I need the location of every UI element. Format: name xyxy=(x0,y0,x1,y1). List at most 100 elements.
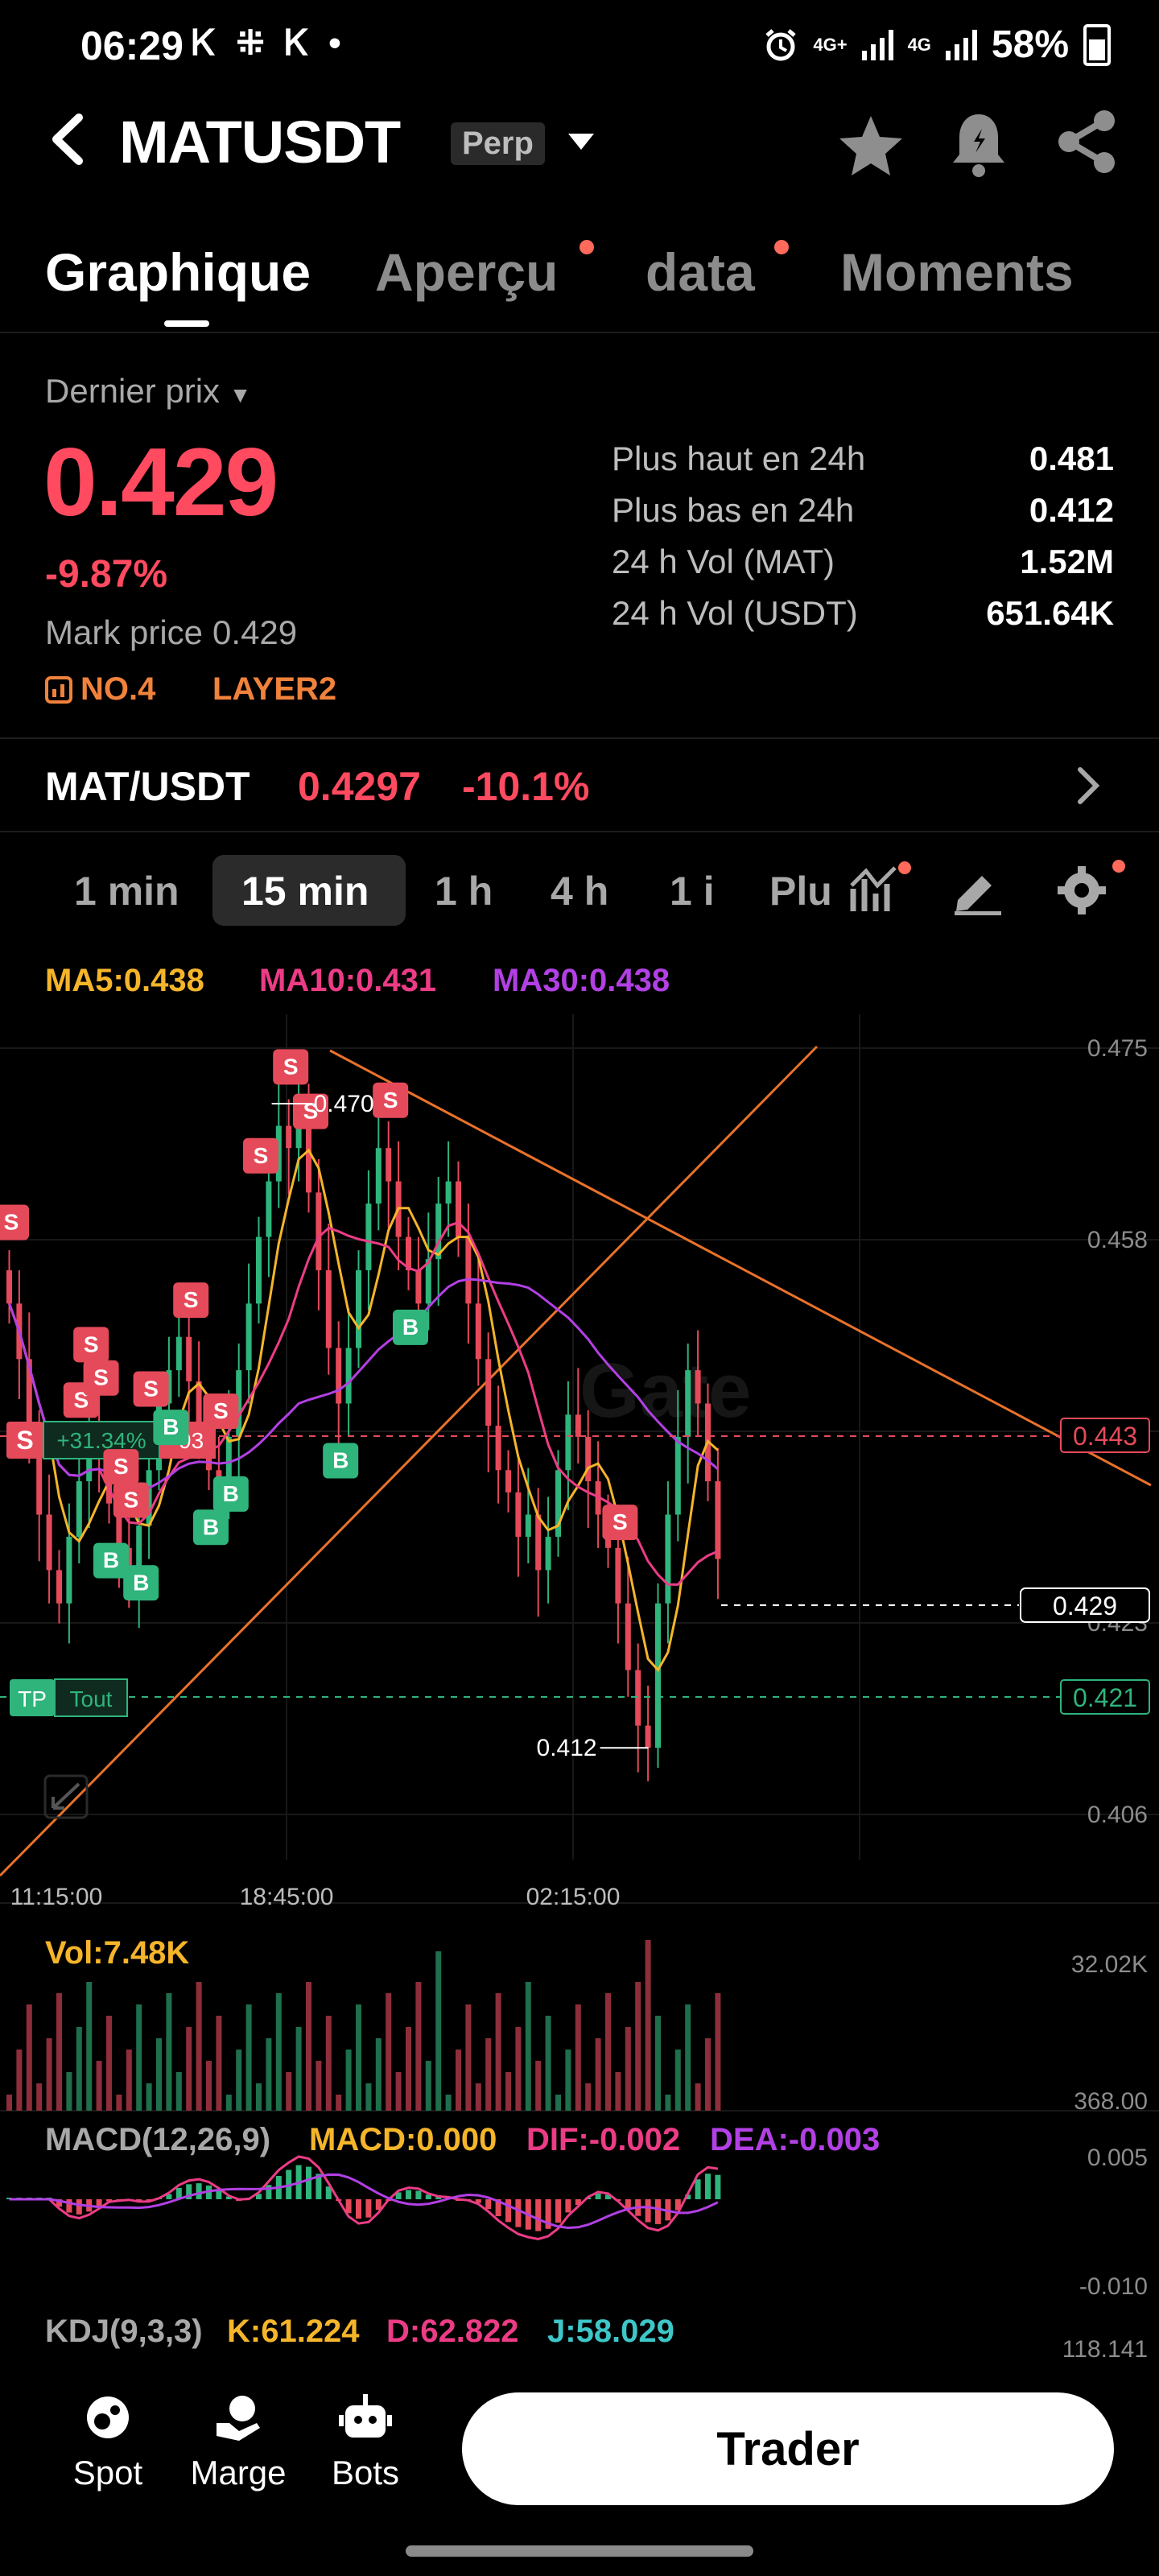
bot-icon xyxy=(339,2394,392,2438)
stat-label-vol-mat: 24 h Vol (MAT) xyxy=(612,543,835,580)
marker-label: S xyxy=(113,1454,129,1479)
candle-body xyxy=(456,1181,461,1237)
ma5-label: MA5:0.438 xyxy=(45,963,204,998)
volume-bar xyxy=(36,2083,43,2111)
trade-button[interactable]: Trader xyxy=(462,2392,1114,2505)
volume-bar xyxy=(475,2083,481,2111)
share-icon[interactable] xyxy=(1054,108,1119,175)
settings-gear-icon[interactable] xyxy=(1051,858,1127,918)
candle-body xyxy=(6,1269,12,1304)
marker-label: B xyxy=(402,1315,419,1340)
dif-line xyxy=(9,2155,719,2241)
volume-bar xyxy=(126,2050,132,2111)
candle-body xyxy=(325,1269,332,1348)
marker-label: B xyxy=(133,1570,149,1595)
bell-alert-icon[interactable] xyxy=(950,111,1008,179)
nav-margin[interactable]: Marge xyxy=(182,2391,295,2492)
timeframe-1d[interactable]: 1 i xyxy=(670,868,715,914)
macd-histogram-bar xyxy=(655,2199,661,2224)
marker-label: S xyxy=(4,1210,19,1235)
tab-graphique[interactable]: Graphique xyxy=(45,242,311,303)
marker-label: B xyxy=(203,1514,219,1539)
macd-title: MACD(12,26,9) xyxy=(45,2122,271,2157)
back-arrow-icon[interactable] xyxy=(45,111,93,167)
macd-histogram-bar xyxy=(555,2199,561,2223)
macd-histogram-bar xyxy=(76,2199,82,2215)
volume-bar xyxy=(515,2027,522,2111)
candle-body xyxy=(56,1570,62,1604)
volume-bar xyxy=(456,2050,461,2111)
spot-pair-name[interactable]: MAT/USDT xyxy=(45,763,250,810)
macd-histogram-bar xyxy=(715,2174,721,2199)
volume-bar xyxy=(545,2016,551,2111)
volume-bar xyxy=(645,1940,651,2111)
volume-bar xyxy=(575,2004,581,2111)
battery-percent: 58% xyxy=(991,23,1069,66)
volume-bar xyxy=(66,2072,72,2111)
marker-label: S xyxy=(84,1331,99,1356)
draw-pencil-icon[interactable] xyxy=(950,865,1006,916)
volume-bar xyxy=(116,2095,122,2111)
nav-spot[interactable]: Spot xyxy=(52,2391,164,2492)
volume-bar xyxy=(175,2072,182,2111)
candle-body xyxy=(286,1125,292,1149)
volume-bar xyxy=(425,2061,431,2111)
mark-price: Mark price 0.429 xyxy=(45,613,298,651)
timeframe-more[interactable]: Plu xyxy=(769,868,832,914)
volume-bar xyxy=(615,2072,621,2111)
volume-axis-label: 32.02K xyxy=(1071,1951,1148,1978)
candle-body xyxy=(695,1370,701,1404)
candle-body xyxy=(655,1603,661,1748)
macd-histogram-bar xyxy=(705,2174,711,2199)
star-icon[interactable] xyxy=(837,113,905,177)
indicator-icon[interactable] xyxy=(848,861,913,918)
tab-apercu[interactable]: Aperçu xyxy=(375,242,558,303)
kdj-d: D:62.822 xyxy=(386,2314,519,2349)
page-title[interactable]: MATUSDT xyxy=(119,108,401,176)
timeframe-15min[interactable]: 15 min xyxy=(241,868,369,914)
tab-data[interactable]: data xyxy=(645,242,755,303)
time-axis-label: 11:15:00 xyxy=(10,1884,103,1910)
marker-label: B xyxy=(223,1481,239,1506)
volume-bar xyxy=(505,2072,511,2111)
expand-icon[interactable] xyxy=(43,1774,89,1819)
macd-value: MACD:0.000 xyxy=(309,2122,497,2157)
vol-label: Vol:7.48K xyxy=(45,1935,190,1971)
candle-body xyxy=(645,1725,651,1748)
volume-bar xyxy=(275,1993,282,2111)
kdj-k: K:61.224 xyxy=(227,2314,360,2349)
volume-bar xyxy=(595,2038,601,2111)
dropdown-triangle-icon[interactable] xyxy=(567,132,596,153)
marker-label: S xyxy=(93,1365,109,1390)
volume-bar xyxy=(625,2027,631,2111)
candle-body xyxy=(465,1236,472,1304)
candle-body xyxy=(495,1426,501,1471)
macd-histogram-bar xyxy=(595,2193,601,2199)
last-price-label[interactable]: Dernier prix ▼ xyxy=(45,372,251,411)
ma10-label: MA10:0.431 xyxy=(259,963,437,998)
macd-histogram-bar xyxy=(485,2199,492,2210)
notification-icons: Ꮶ ⁜ Ꮶ • xyxy=(192,23,346,63)
timeframe-4h[interactable]: 4 h xyxy=(551,868,608,914)
volume-bar xyxy=(286,2072,292,2111)
candle-body xyxy=(585,1436,592,1482)
home-indicator[interactable] xyxy=(406,2545,753,2557)
rank-tag[interactable]: NO.4 xyxy=(45,671,155,708)
volume-bar xyxy=(325,2016,332,2111)
volume-bar xyxy=(395,2072,402,2111)
timeframe-1h[interactable]: 1 h xyxy=(435,868,493,914)
macd-histogram-bar xyxy=(415,2190,422,2199)
chevron-right-icon[interactable] xyxy=(1072,763,1104,808)
volume-bar xyxy=(46,2038,52,2111)
candle-body xyxy=(565,1414,571,1471)
category-tag[interactable]: LAYER2 xyxy=(212,671,336,708)
volume-bar xyxy=(535,2061,542,2111)
timeframe-1min[interactable]: 1 min xyxy=(74,868,179,914)
tab-moments[interactable]: Moments xyxy=(840,242,1074,303)
tab-apercu-dot xyxy=(580,240,594,254)
divider xyxy=(0,737,1159,739)
volume-bar xyxy=(136,2004,142,2111)
nav-bots[interactable]: Bots xyxy=(309,2391,422,2492)
macd-axis-label: 0.005 xyxy=(1087,2145,1148,2171)
stat-label-high: Plus haut en 24h xyxy=(612,440,866,477)
